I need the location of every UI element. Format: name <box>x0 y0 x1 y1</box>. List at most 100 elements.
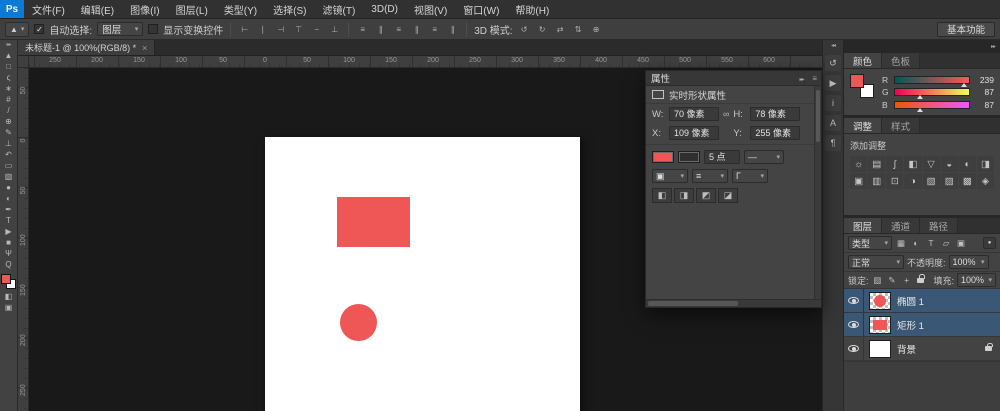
filter-pixel-layers-icon[interactable]: ▦ <box>895 237 907 250</box>
channel-mixer-icon[interactable]: ▥ <box>868 173 885 189</box>
tool-preset-picker[interactable]: ▲ ▾ <box>5 22 29 37</box>
distribute-left-edges-icon[interactable]: ∥ <box>410 23 423 36</box>
info-panel-icon[interactable]: i <box>825 95 841 111</box>
vertical-ruler[interactable]: 50050100150200250 <box>18 68 29 411</box>
stroke-color-swatch[interactable] <box>678 151 700 163</box>
tab-颜色[interactable]: 颜色 <box>844 53 882 68</box>
3d-rotate-icon[interactable]: ↺ <box>518 23 531 36</box>
gradient-tool[interactable]: ▨ <box>1 171 17 182</box>
actions-panel-icon[interactable]: ▶ <box>825 75 841 91</box>
blend-mode-select[interactable]: 正常 ▾ <box>848 255 904 269</box>
properties-vscrollbar[interactable] <box>814 86 821 299</box>
properties-hscrollbar[interactable] <box>646 299 821 307</box>
layer-row[interactable]: 矩形 1 <box>844 313 1000 337</box>
foreground-color-swatch[interactable] <box>1 274 11 284</box>
color-balance-icon[interactable]: ◐ <box>959 156 976 172</box>
tab-色板[interactable]: 色板 <box>882 53 920 68</box>
fill-opacity-select[interactable]: 100% ▾ <box>957 273 996 287</box>
auto-select-checkbox[interactable]: ✓ <box>34 24 44 34</box>
collapse-panel-icon[interactable]: ▸▸ <box>800 77 804 83</box>
3d-roll-icon[interactable]: ↻ <box>536 23 549 36</box>
eyedropper-tool[interactable]: / <box>1 105 17 116</box>
align-left-edges-icon[interactable]: ⊢ <box>238 23 251 36</box>
posterize-icon[interactable]: ▧ <box>923 173 940 189</box>
layer-row[interactable]: 背景 <box>844 337 1000 361</box>
menu-item-10[interactable]: 帮助(H) <box>507 0 557 18</box>
spot-healing-brush-tool[interactable]: ⊕ <box>1 116 17 127</box>
channel-slider-track[interactable] <box>894 101 970 109</box>
layer-name[interactable]: 矩形 1 <box>897 318 1000 332</box>
character-panel-icon[interactable]: A <box>825 115 841 131</box>
zoom-tool[interactable]: Q <box>1 259 17 270</box>
lock-transparent-pixels-icon[interactable]: ▨ <box>872 274 884 287</box>
threshold-icon[interactable]: ▨ <box>941 173 958 189</box>
align-right-edges-icon[interactable]: ⊣ <box>274 23 287 36</box>
brightness-contrast-icon[interactable]: ☼ <box>850 156 867 172</box>
clone-stamp-tool[interactable]: ⊥ <box>1 138 17 149</box>
y-field[interactable]: 255 像素 <box>750 126 800 140</box>
tab-路径[interactable]: 路径 <box>920 218 958 233</box>
layer-name[interactable]: 椭圆 1 <box>897 294 1000 308</box>
layer-filter-toggle[interactable]: ● <box>983 237 996 249</box>
hue-saturation-icon[interactable]: ◒ <box>941 156 958 172</box>
layer-visibility-toggle[interactable] <box>844 313 864 336</box>
stroke-align-select[interactable]: ▣▾ <box>652 169 688 183</box>
lock-all-icon[interactable] <box>917 278 924 283</box>
hand-tool[interactable]: Ψ <box>1 248 17 259</box>
slider-marker[interactable] <box>917 108 923 112</box>
3d-slide-icon[interactable]: ⇅ <box>572 23 585 36</box>
menu-item-7[interactable]: 3D(D) <box>363 0 406 18</box>
filter-adjustment-layers-icon[interactable]: ◐ <box>910 237 922 250</box>
color-swatches-control[interactable] <box>1 274 16 289</box>
photo-filter-icon[interactable]: ▣ <box>850 173 867 189</box>
document-tab[interactable]: 未标题-1 @ 100%(RGB/8) * × <box>18 40 155 55</box>
link-dimensions-icon[interactable]: ∞ <box>723 109 729 119</box>
width-field[interactable]: 70 像素 <box>669 107 719 121</box>
filter-shape-layers-icon[interactable]: ▱ <box>940 237 952 250</box>
slider-marker[interactable] <box>961 83 967 87</box>
color-lookup-icon[interactable]: ⊡ <box>886 173 903 189</box>
stroke-style-select[interactable]: — ▾ <box>744 150 784 164</box>
layer-thumbnail[interactable] <box>869 316 891 334</box>
layer-filter-type-select[interactable]: 类型 ▾ <box>848 236 892 250</box>
levels-icon[interactable]: ▤ <box>868 156 885 172</box>
filter-type-layers-icon[interactable]: T <box>925 237 937 250</box>
menu-item-2[interactable]: 图像(I) <box>122 0 167 18</box>
menu-item-1[interactable]: 编辑(E) <box>73 0 122 18</box>
path-selection-tool[interactable]: ▶ <box>1 226 17 237</box>
quick-selection-tool[interactable]: ∗ <box>1 83 17 94</box>
menu-item-5[interactable]: 选择(S) <box>265 0 314 18</box>
blur-tool[interactable]: ● <box>1 182 17 193</box>
stroke-corners-select[interactable]: Г▾ <box>732 169 768 183</box>
shape-rectangle[interactable] <box>337 197 410 247</box>
brush-tool[interactable]: ✎ <box>1 127 17 138</box>
align-horizontal-centers-icon[interactable]: ∣ <box>256 23 269 36</box>
ruler-origin-corner[interactable] <box>18 56 29 68</box>
collapse-tools-icon[interactable]: ▸▸ <box>6 40 10 50</box>
tab-图层[interactable]: 图层 <box>844 218 882 233</box>
align-bottom-edges-icon[interactable]: ⊥ <box>328 23 341 36</box>
curves-icon[interactable]: ∫ <box>886 156 903 172</box>
menu-item-0[interactable]: 文件(F) <box>24 0 73 18</box>
tab-通道[interactable]: 通道 <box>882 218 920 233</box>
stroke-width-field[interactable]: 5 点 <box>704 150 740 164</box>
color-panel-swatches[interactable] <box>850 74 874 98</box>
show-transform-checkbox[interactable] <box>148 24 158 34</box>
move-tool[interactable]: ▲ <box>1 50 17 61</box>
invert-icon[interactable]: ◑ <box>904 173 921 189</box>
black-white-icon[interactable]: ◨ <box>977 156 994 172</box>
distribute-horizontal-centers-icon[interactable]: ≡ <box>428 23 441 36</box>
distribute-top-edges-icon[interactable]: ≡ <box>356 23 369 36</box>
type-tool[interactable]: T <box>1 215 17 226</box>
layer-visibility-toggle[interactable] <box>844 289 864 312</box>
screen-mode-button[interactable]: ▣ <box>1 302 17 313</box>
corner-bottom-right-button[interactable]: ◪ <box>718 188 738 203</box>
menu-item-6[interactable]: 滤镜(T) <box>315 0 364 18</box>
tab-样式[interactable]: 样式 <box>882 118 920 133</box>
selective-color-icon[interactable]: ◈ <box>977 173 994 189</box>
slider-marker[interactable] <box>917 95 923 99</box>
vibrance-icon[interactable]: ▽ <box>923 156 940 172</box>
collapse-panels-icon[interactable]: ▸▸ <box>991 43 995 50</box>
filter-smart-objects-icon[interactable]: ▣ <box>955 237 967 250</box>
lasso-tool[interactable]: ς <box>1 72 17 83</box>
